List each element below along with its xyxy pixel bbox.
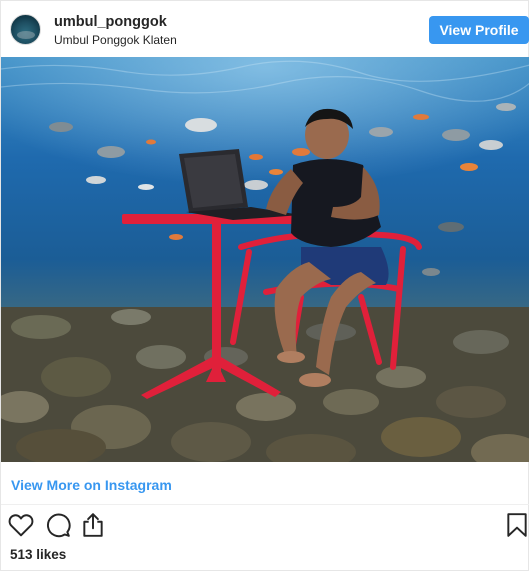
heart-icon[interactable]: [7, 510, 35, 540]
underwater-photo-image: [1, 57, 529, 462]
comment-bubble-icon[interactable]: [44, 510, 72, 540]
view-more-on-instagram-link[interactable]: View More on Instagram: [11, 477, 172, 493]
instagram-embed-card: umbul_ponggok Umbul Ponggok Klaten View …: [0, 0, 529, 571]
bookmark-icon[interactable]: [503, 510, 529, 540]
post-username[interactable]: umbul_ponggok: [54, 14, 167, 30]
share-upload-icon[interactable]: [79, 510, 107, 540]
post-photo[interactable]: [1, 57, 529, 462]
view-profile-button[interactable]: View Profile: [429, 16, 529, 44]
post-header: umbul_ponggok Umbul Ponggok Klaten View …: [1, 1, 529, 57]
post-location[interactable]: Umbul Ponggok Klaten: [54, 33, 177, 47]
divider: [1, 504, 529, 505]
action-bar: [1, 510, 529, 542]
likes-count[interactable]: 513 likes: [10, 547, 66, 562]
profile-avatar[interactable]: [10, 14, 41, 45]
